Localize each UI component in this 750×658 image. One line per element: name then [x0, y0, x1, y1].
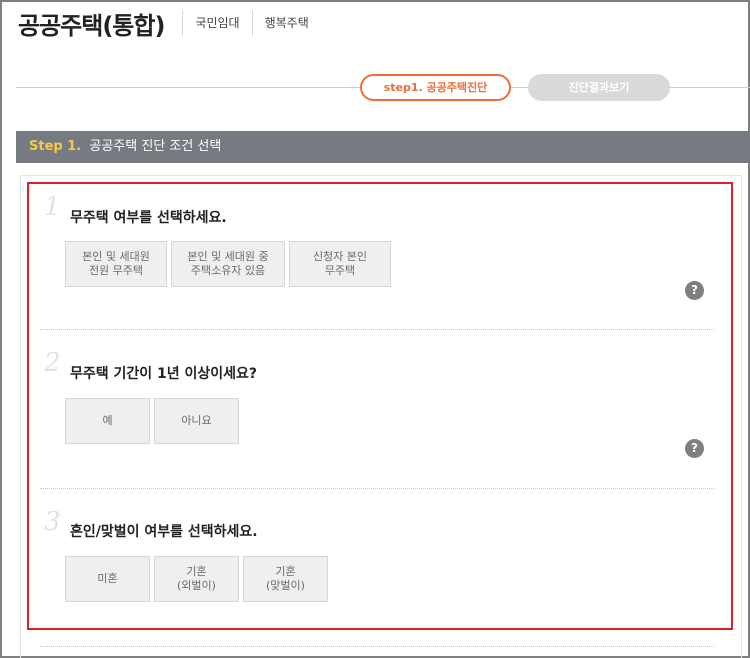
question-number-2: 2: [44, 348, 61, 378]
header-nav: 국민임대 행복주택: [182, 10, 320, 36]
option-married-dual-income[interactable]: 기혼 (맞벌이): [243, 556, 328, 602]
section-header-bar: Step 1. 공공주택 진단 조건 선택: [16, 131, 750, 163]
question-text-2: 무주택 기간이 1년 이상이세요?: [70, 366, 258, 382]
nav-link-happy-housing[interactable]: 행복주택: [251, 10, 321, 36]
option-applicant-no-house[interactable]: 신청자 본인 무주택: [289, 241, 391, 287]
option-yes[interactable]: 예: [65, 398, 150, 444]
page-title: 공공주택(통합): [18, 11, 165, 40]
question-text-1: 무주택 여부를 선택하세요.: [70, 210, 227, 226]
option-single[interactable]: 미혼: [65, 556, 150, 602]
help-icon[interactable]: ?: [685, 281, 704, 300]
section-step-label: Step 1.: [29, 139, 82, 154]
option-all-no-house[interactable]: 본인 및 세대원 전원 무주택: [65, 241, 167, 287]
option-no[interactable]: 아니요: [154, 398, 239, 444]
option-member-owns-house[interactable]: 본인 및 세대원 중 주택소유자 있음: [171, 241, 285, 287]
question-number-3: 3: [44, 507, 61, 537]
option-married-single-income[interactable]: 기혼 (외벌이): [154, 556, 239, 602]
divider: [40, 329, 714, 330]
page-header: 공공주택(통합) 국민임대 행복주택: [18, 6, 321, 40]
divider: [40, 646, 714, 647]
section-title: 공공주택 진단 조건 선택: [89, 139, 222, 154]
help-icon[interactable]: ?: [685, 439, 704, 458]
question-number-1: 1: [44, 192, 61, 222]
nav-link-national-rental[interactable]: 국민임대: [182, 10, 251, 36]
question-text-3: 혼인/맞벌이 여부를 선택하세요.: [70, 524, 258, 540]
step-tab-results[interactable]: 진단결과보기: [528, 74, 670, 101]
divider: [40, 488, 714, 489]
step-tab-diagnosis[interactable]: step1. 공공주택진단: [360, 74, 511, 101]
